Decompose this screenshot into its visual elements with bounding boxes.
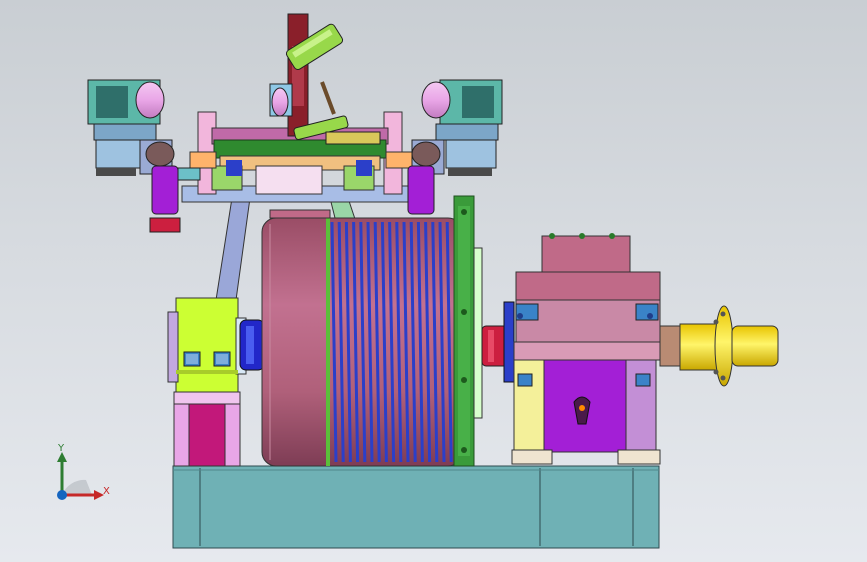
base-frame[interactable] [172,465,660,549]
y-axis-label: Y [58,443,65,454]
input-coupling[interactable] [481,301,515,383]
x-axis-label: X [103,486,110,497]
right-motor[interactable] [407,79,503,215]
drum-hub[interactable] [239,319,265,371]
output-coupling[interactable] [659,305,779,387]
drum-flange[interactable] [453,195,483,467]
bearing-stand[interactable] [173,391,241,467]
gearbox[interactable] [511,233,665,465]
coordinate-triad [57,452,104,500]
center-motor[interactable] [269,83,293,117]
left-motor[interactable] [87,79,201,233]
pneumatic-cylinder[interactable] [285,13,381,145]
cad-viewport[interactable]: X Y [0,0,867,562]
bearing-block[interactable] [167,297,247,393]
model-canvas[interactable] [0,0,867,562]
